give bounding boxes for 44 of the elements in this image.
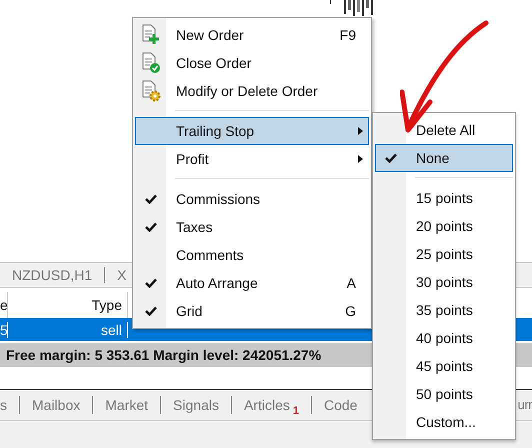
menu-item[interactable]: 45 points xyxy=(375,352,513,380)
bottom-tab[interactable]: urr xyxy=(518,396,532,414)
notification-count: 1 xyxy=(292,405,299,417)
shortcut-text: A xyxy=(346,275,356,291)
document-gear-icon xyxy=(141,80,161,102)
submenu-arrow-icon xyxy=(358,127,363,135)
shortcut-text: G xyxy=(345,303,356,319)
check-icon xyxy=(145,278,157,288)
document-check-icon xyxy=(141,52,161,74)
summary-text: Free margin: 5 353.61 Margin level: 242051.27% xyxy=(6,347,322,363)
menu-item[interactable]: 25 points xyxy=(375,240,513,268)
menu-item[interactable]: 50 points xyxy=(375,380,513,408)
menu-item[interactable]: Taxes xyxy=(135,213,369,241)
candlestick-drawing xyxy=(330,0,374,16)
table-cell: 5 xyxy=(0,322,8,338)
menu-item[interactable]: Auto Arrange A xyxy=(135,269,369,297)
menu-item[interactable]: Comments xyxy=(135,241,369,269)
bottom-tab[interactable]: Articles xyxy=(244,396,290,414)
menu-item[interactable]: Close Order xyxy=(135,49,369,77)
table-cell: sell xyxy=(8,322,128,338)
bottom-tab[interactable]: Mailbox xyxy=(32,396,80,414)
shortcut-text: F9 xyxy=(340,27,356,43)
menu-item[interactable]: Custom... xyxy=(375,408,513,436)
menu-item[interactable]: Profit xyxy=(135,145,369,173)
chart-tab[interactable]: NZDUSD,H1 xyxy=(0,267,106,283)
bottom-tab[interactable]: Market xyxy=(105,396,148,414)
menu-item[interactable]: None xyxy=(375,144,513,172)
document-plus-icon xyxy=(141,24,161,46)
check-icon xyxy=(145,306,157,316)
submenu-arrow-icon xyxy=(358,155,363,163)
menu-item[interactable]: Modify or Delete Order xyxy=(135,77,369,105)
check-icon xyxy=(145,222,157,232)
bottom-tab[interactable]: s xyxy=(0,396,7,414)
check-icon xyxy=(145,194,157,204)
menu-item[interactable]: 15 points xyxy=(375,184,513,212)
check-icon xyxy=(385,153,397,163)
menu-item[interactable]: 30 points xyxy=(375,268,513,296)
bottom-tab[interactable]: Code xyxy=(324,396,358,414)
bottom-tab[interactable]: Signals xyxy=(173,396,219,414)
menu-item[interactable]: Commissions xyxy=(135,185,369,213)
menu-item[interactable]: New Order F9 xyxy=(135,21,369,49)
menu-item[interactable]: Trailing Stop xyxy=(135,117,369,145)
menu-item[interactable]: Delete All xyxy=(375,116,513,144)
menu-item[interactable]: 20 points xyxy=(375,212,513,240)
